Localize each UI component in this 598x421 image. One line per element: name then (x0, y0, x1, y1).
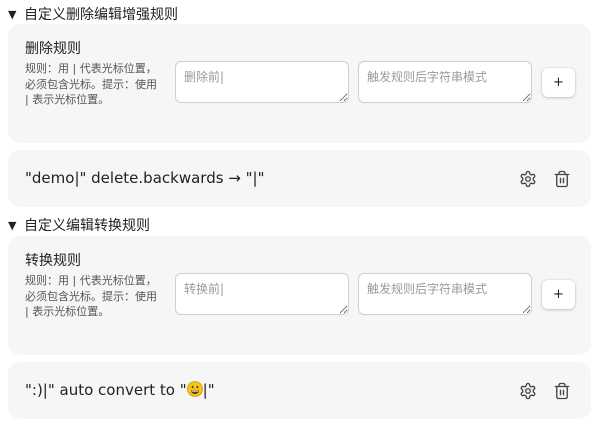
before-convert-input[interactable] (175, 273, 349, 315)
rule-description: 规则：用 | 代表光标位置，必须包含光标。提示：使用 | 表示光标位置。 (25, 62, 157, 106)
convert-rule-card: 转换规则 规则：用 | 代表光标位置，必须包含光标。提示：使用 | 表示光标位置… (8, 236, 591, 355)
section-header-convert-rules[interactable]: ▼ 自定义编辑转换规则 (8, 216, 150, 234)
example-text-after-emoji: |" (202, 381, 215, 399)
before-delete-input[interactable] (175, 61, 349, 103)
rule-example-text: "demo|" delete.backwards → "|" (25, 169, 265, 187)
add-rule-button[interactable]: + (542, 68, 575, 97)
section-header-delete-rules[interactable]: ▼ 自定义删除编辑增强规则 (8, 5, 178, 23)
collapse-arrow-icon[interactable]: ▼ (8, 8, 24, 21)
gear-icon[interactable] (517, 380, 539, 402)
trigger-pattern-input[interactable] (358, 273, 532, 315)
gear-icon[interactable] (517, 168, 539, 190)
delete-rule-card: 删除规则 规则：用 | 代表光标位置，必须包含光标。提示：使用 | 表示光标位置… (8, 24, 591, 143)
rule-title: 删除规则 (25, 41, 81, 57)
grinning-face-emoji (186, 364, 203, 397)
rule-title: 转换规则 (25, 253, 81, 269)
rule-example-text: ":)|" auto convert to " |" (25, 362, 215, 419)
section-title: 自定义编辑转换规则 (24, 218, 150, 234)
rule-description: 规则：用 | 代表光标位置，必须包含光标。提示：使用 | 表示光标位置。 (25, 274, 157, 318)
rule-list-item: "demo|" delete.backwards → "|" (8, 150, 591, 207)
add-rule-button[interactable]: + (542, 280, 575, 309)
example-text-before-emoji: ":)|" auto convert to " (25, 381, 187, 399)
section-title: 自定义删除编辑增强规则 (24, 7, 178, 23)
trash-icon[interactable] (551, 380, 573, 402)
collapse-arrow-icon[interactable]: ▼ (8, 219, 24, 232)
rule-list-item: ":)|" auto convert to " |" (8, 362, 591, 419)
trash-icon[interactable] (551, 168, 573, 190)
trigger-pattern-input[interactable] (358, 61, 532, 103)
